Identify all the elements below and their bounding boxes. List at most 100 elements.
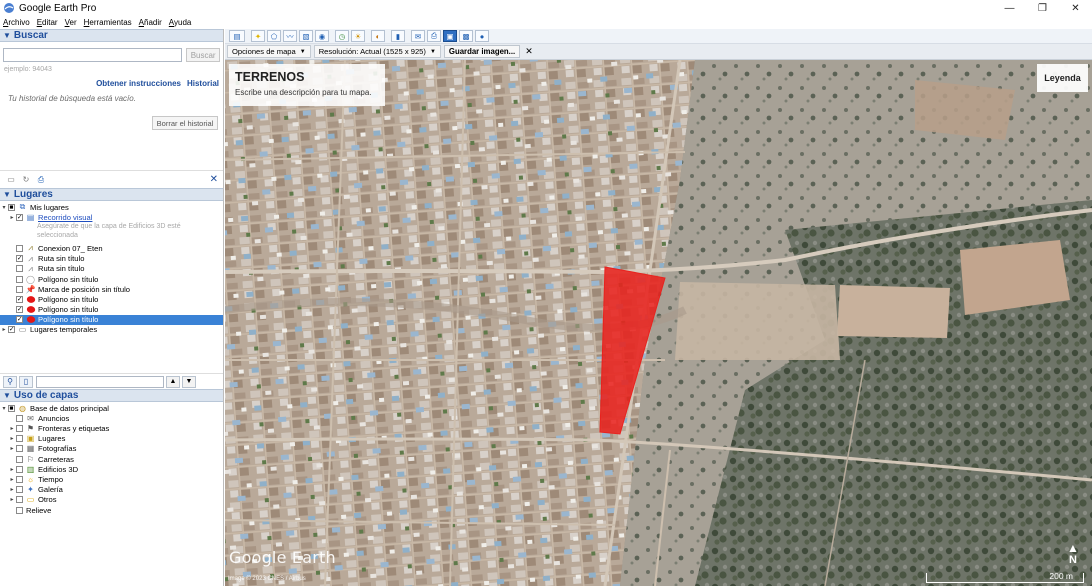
search-icon[interactable]: ⚲ bbox=[3, 375, 17, 388]
checkbox[interactable]: ✓ bbox=[8, 326, 15, 334]
print-icon[interactable]: ⎙ bbox=[36, 175, 46, 184]
layer-ads[interactable]: ✉ Anuncios bbox=[0, 413, 223, 423]
layer-3d-buildings[interactable]: ▸ ▥ Edificios 3D bbox=[0, 464, 223, 474]
checkbox[interactable] bbox=[16, 506, 23, 514]
tour-link[interactable]: Recorrido visual bbox=[38, 213, 92, 222]
search-input[interactable] bbox=[3, 48, 183, 62]
close-icon[interactable]: ✕ bbox=[210, 174, 218, 185]
legend-box[interactable]: Leyenda bbox=[1037, 64, 1088, 92]
expand-icon[interactable]: ▸ bbox=[0, 326, 8, 333]
folder-icon[interactable]: ▭ bbox=[6, 175, 16, 184]
history-link[interactable]: Historial bbox=[187, 79, 219, 88]
layer-terrain[interactable]: Relieve bbox=[0, 505, 223, 515]
move-up-icon[interactable]: ▲ bbox=[166, 375, 180, 388]
checkbox[interactable] bbox=[16, 435, 23, 443]
expand-icon[interactable]: ▸ bbox=[8, 425, 16, 432]
checkbox[interactable]: ✓ bbox=[16, 306, 23, 314]
search-button[interactable]: Buscar bbox=[186, 48, 220, 62]
layers-section-header[interactable]: ▼ Uso de capas bbox=[0, 389, 223, 403]
tree-item-polygon-2[interactable]: ✓ Polígono sin título bbox=[0, 294, 223, 305]
expand-icon[interactable]: ▸ bbox=[8, 466, 16, 473]
close-icon[interactable]: ✕ bbox=[525, 46, 533, 57]
add-placemark-icon[interactable]: ✦ bbox=[251, 30, 265, 42]
clear-history-button[interactable]: Borrar el historial bbox=[152, 116, 218, 130]
tree-item-placemark[interactable]: 📌 Marca de posición sin título bbox=[0, 284, 223, 294]
north-arrow-icon[interactable]: ▲ N bbox=[1066, 542, 1080, 566]
save-image-icon[interactable]: ▣ bbox=[443, 30, 457, 42]
menu-anadir[interactable]: Añadir bbox=[139, 18, 162, 27]
tree-item-temporary-places[interactable]: ▸ ✓ ▭ Lugares temporales bbox=[0, 325, 223, 335]
layer-weather[interactable]: ▸ ☼ Tiempo bbox=[0, 474, 223, 484]
move-down-icon[interactable]: ▼ bbox=[182, 375, 196, 388]
map-view[interactable]: TERRENOS Escribe una descripción para tu… bbox=[225, 60, 1092, 586]
checkbox[interactable] bbox=[16, 445, 23, 453]
print-icon[interactable]: ⎙ bbox=[427, 30, 441, 42]
menu-editar[interactable]: Editar bbox=[37, 18, 58, 27]
email-icon[interactable]: ✉ bbox=[411, 30, 425, 42]
add-image-overlay-icon[interactable]: ▧ bbox=[299, 30, 313, 42]
expand-icon[interactable]: ▾ bbox=[0, 405, 8, 412]
tree-item-tour[interactable]: ▸ ✓ ▤ Recorrido visual bbox=[0, 212, 223, 222]
menu-herramientas[interactable]: Herramientas bbox=[84, 18, 132, 27]
places-filter-input[interactable] bbox=[36, 375, 164, 388]
map-options-dropdown[interactable]: Opciones de mapa ▼ bbox=[227, 45, 311, 58]
tree-item-my-places[interactable]: ▾ ■ ⧉ Mis lugares bbox=[0, 202, 223, 212]
switch-to-sky-icon[interactable]: ◐ bbox=[371, 30, 385, 42]
panel-toggle-icon[interactable]: ▯ bbox=[19, 375, 33, 388]
tree-item-polygon-4-selected[interactable]: ✓ Polígono sin título bbox=[0, 314, 223, 325]
checkbox[interactable]: ■ bbox=[8, 404, 15, 412]
checkbox[interactable]: ✓ bbox=[16, 316, 23, 324]
tree-item-route-2[interactable]: ⩘ Ruta sin título bbox=[0, 264, 223, 274]
ruler-icon[interactable]: ▮ bbox=[391, 30, 405, 42]
search-section-header[interactable]: ▼ Buscar bbox=[0, 29, 223, 42]
close-button[interactable]: ✕ bbox=[1059, 0, 1092, 16]
maximize-button[interactable]: ❐ bbox=[1026, 0, 1059, 16]
map-title-box[interactable]: TERRENOS Escribe una descripción para tu… bbox=[229, 64, 385, 106]
checkbox[interactable]: ✓ bbox=[16, 213, 23, 221]
expand-icon[interactable]: ▸ bbox=[8, 435, 16, 442]
layer-photos[interactable]: ▸ ▦ Fotografías bbox=[0, 444, 223, 454]
expand-icon[interactable]: ▸ bbox=[8, 445, 16, 452]
places-section-header[interactable]: ▼ Lugares bbox=[0, 188, 223, 201]
checkbox[interactable] bbox=[16, 285, 23, 293]
tree-item-route-1[interactable]: ✓ ⩘ Ruta sin título bbox=[0, 254, 223, 264]
sidebar-toggle-icon[interactable]: ▤ bbox=[229, 30, 245, 42]
sunlight-icon[interactable]: ☀ bbox=[351, 30, 365, 42]
checkbox[interactable] bbox=[16, 475, 23, 483]
checkbox[interactable] bbox=[16, 275, 23, 283]
checkbox[interactable] bbox=[16, 244, 23, 252]
checkbox[interactable] bbox=[16, 414, 23, 422]
checkbox[interactable]: ✓ bbox=[16, 255, 23, 263]
earth-gallery-icon[interactable]: ● bbox=[475, 30, 489, 42]
layer-borders[interactable]: ▸ ⚑ Fronteras y etiquetas bbox=[0, 423, 223, 433]
tree-item-conexion[interactable]: ⩘ Conexion 07_ Eten bbox=[0, 243, 223, 253]
expand-icon[interactable]: ▾ bbox=[0, 204, 8, 211]
expand-icon[interactable]: ▸ bbox=[8, 476, 16, 483]
menu-ayuda[interactable]: Ayuda bbox=[169, 18, 192, 27]
get-directions-link[interactable]: Obtener instrucciones bbox=[96, 79, 181, 88]
add-path-icon[interactable]: 〰 bbox=[283, 30, 297, 42]
layer-roads[interactable]: ⚐ Carreteras bbox=[0, 454, 223, 464]
collapse-triangle-icon[interactable]: ▼ bbox=[3, 31, 11, 40]
layer-places[interactable]: ▸ ▣ Lugares bbox=[0, 434, 223, 444]
save-image-button[interactable]: Guardar imagen... bbox=[443, 45, 521, 58]
add-polygon-icon[interactable]: ⬠ bbox=[267, 30, 281, 42]
checkbox[interactable]: ■ bbox=[8, 203, 15, 211]
map-description[interactable]: Escribe una descripción para tu mapa. bbox=[235, 88, 379, 97]
menu-ver[interactable]: Ver bbox=[65, 18, 77, 27]
minimize-button[interactable]: — bbox=[993, 0, 1026, 16]
layer-primary-database[interactable]: ▾ ■ ◍ Base de datos principal bbox=[0, 403, 223, 413]
checkbox[interactable] bbox=[16, 496, 23, 504]
map-title[interactable]: TERRENOS bbox=[235, 70, 379, 84]
checkbox[interactable] bbox=[16, 455, 23, 463]
checkbox[interactable] bbox=[16, 486, 23, 494]
checkbox[interactable] bbox=[16, 425, 23, 433]
expand-icon[interactable]: ▸ bbox=[8, 496, 16, 503]
collapse-triangle-icon[interactable]: ▼ bbox=[3, 190, 11, 199]
checkbox[interactable] bbox=[16, 265, 23, 273]
tree-item-polygon-1[interactable]: ◯ Polígono sin título bbox=[0, 274, 223, 284]
menu-archivo[interactable]: Archivo bbox=[3, 18, 30, 27]
checkbox[interactable]: ✓ bbox=[16, 295, 23, 303]
checkbox[interactable] bbox=[16, 465, 23, 473]
historical-imagery-icon[interactable]: ◷ bbox=[335, 30, 349, 42]
